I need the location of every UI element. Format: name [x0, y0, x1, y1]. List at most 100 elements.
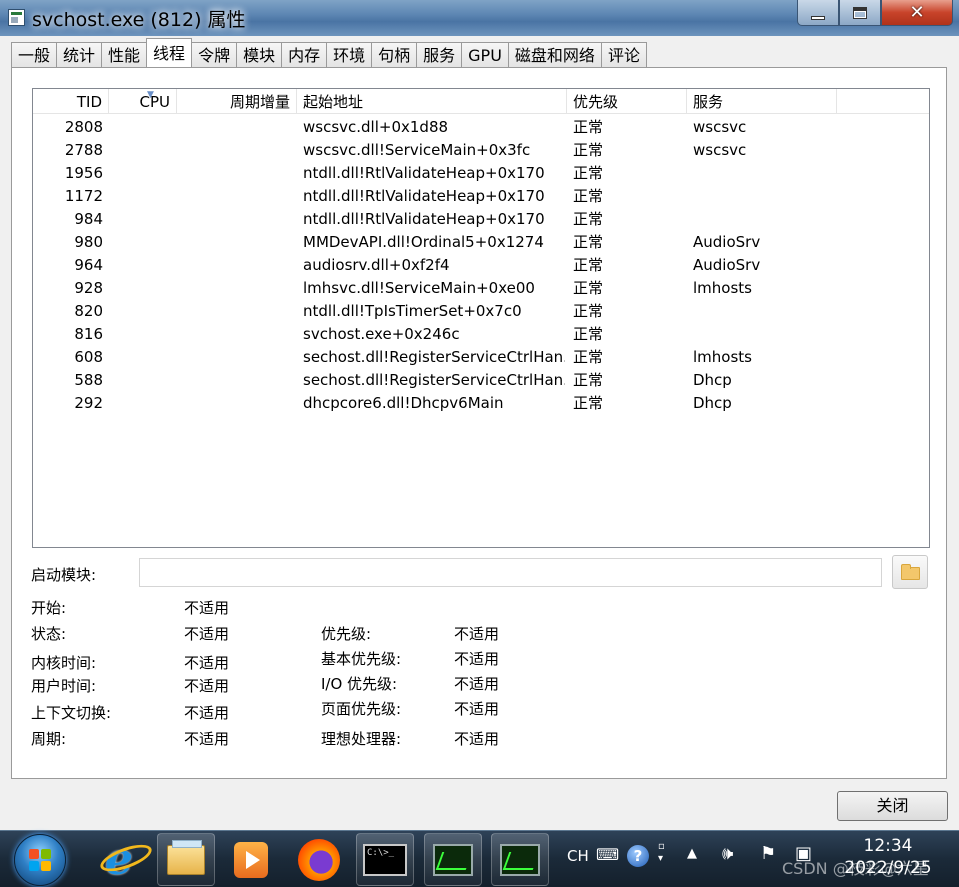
tab-general[interactable]: 一般 — [11, 42, 57, 68]
detail-value-ideal-processor: 不适用 — [454, 728, 499, 749]
cell-start-address: MMDevAPI.dll!Ordinal5+0x1274 — [303, 231, 565, 254]
media-player-icon[interactable] — [222, 833, 280, 886]
cell-tid: 820 — [33, 300, 103, 323]
internet-explorer-icon[interactable]: e — [90, 833, 148, 886]
table-row[interactable]: 588sechost.dll!RegisterServiceCtrlHan...… — [33, 369, 929, 392]
table-row[interactable]: 964audiosrv.dll+0xf2f4正常AudioSrv — [33, 254, 929, 277]
column-tid[interactable]: TID — [33, 89, 109, 114]
command-prompt-icon[interactable]: C:\>_ — [356, 833, 414, 886]
detail-value-kernel-time: 不适用 — [184, 652, 229, 673]
cell-priority: 正常 — [573, 208, 683, 231]
app-icon[interactable] — [8, 9, 25, 26]
list-body: 2808wscsvc.dll+0x1d88正常wscsvc2788wscsvc.… — [33, 116, 929, 415]
column-priority[interactable]: 优先级 — [567, 89, 687, 114]
cell-priority: 正常 — [573, 139, 683, 162]
title-bar[interactable]: svchost.exe (812) 属性 ✕ — [0, 0, 959, 36]
cell-cpu — [109, 300, 171, 323]
browse-button[interactable] — [892, 555, 928, 589]
cell-service: Dhcp — [693, 392, 833, 415]
table-row[interactable]: 2808wscsvc.dll+0x1d88正常wscsvc — [33, 116, 929, 139]
column-service[interactable]: 服务 — [687, 89, 837, 114]
cell-start-address: svchost.exe+0x246c — [303, 323, 565, 346]
cell-start-address: sechost.dll!RegisterServiceCtrlHan... — [303, 369, 565, 392]
cell-tid: 816 — [33, 323, 103, 346]
process-monitor-icon[interactable] — [424, 833, 482, 886]
table-row[interactable]: 1172ntdll.dll!RtlValidateHeap+0x170正常 — [33, 185, 929, 208]
cell-tid: 292 — [33, 392, 103, 415]
cell-cycles-delta — [177, 369, 291, 392]
table-row[interactable]: 816svchost.exe+0x246c正常 — [33, 323, 929, 346]
cell-service: wscsvc — [693, 139, 833, 162]
keyboard-icon[interactable]: ⌨ — [596, 845, 619, 864]
cell-tid: 928 — [33, 277, 103, 300]
cell-tid: 984 — [33, 208, 103, 231]
cell-service — [693, 208, 833, 231]
table-row[interactable]: 984ntdll.dll!RtlValidateHeap+0x170正常 — [33, 208, 929, 231]
maximize-button[interactable] — [839, 0, 881, 26]
cell-service — [693, 162, 833, 185]
cell-cycles-delta — [177, 300, 291, 323]
tab-token[interactable]: 令牌 — [191, 42, 237, 68]
table-row[interactable]: 820ntdll.dll!TpIsTimerSet+0x7c0正常 — [33, 300, 929, 323]
tab-comment[interactable]: 评论 — [601, 42, 647, 68]
cell-tid: 1956 — [33, 162, 103, 185]
start-module-field[interactable] — [139, 558, 882, 587]
table-row[interactable]: 980MMDevAPI.dll!Ordinal5+0x1274正常AudioSr… — [33, 231, 929, 254]
column-cycles-delta[interactable]: 周期增量 — [177, 89, 297, 114]
cell-priority: 正常 — [573, 300, 683, 323]
column-start-address[interactable]: 起始地址 — [297, 89, 567, 114]
show-hidden-icons-icon[interactable]: ▲ — [687, 846, 697, 861]
detail-value-priority: 不适用 — [454, 623, 499, 644]
table-row[interactable]: 928lmhsvc.dll!ServiceMain+0xe00正常lmhosts — [33, 277, 929, 300]
help-icon[interactable]: ? — [627, 845, 649, 867]
cell-start-address: audiosrv.dll+0xf2f4 — [303, 254, 565, 277]
tab-memory[interactable]: 内存 — [281, 42, 327, 68]
cell-cpu — [109, 139, 171, 162]
detail-label-base-priority: 基本优先级: — [321, 648, 401, 669]
cell-start-address: dhcpcore6.dll!Dhcpv6Main — [303, 392, 565, 415]
tab-services[interactable]: 服务 — [416, 42, 462, 68]
close-window-button[interactable]: ✕ — [881, 0, 953, 26]
cell-priority: 正常 — [573, 277, 683, 300]
tab-gpu[interactable]: GPU — [461, 42, 509, 68]
detail-value-cycles: 不适用 — [184, 728, 229, 749]
windows-explorer-icon[interactable] — [157, 833, 215, 886]
table-row[interactable]: 608sechost.dll!RegisterServiceCtrlHan...… — [33, 346, 929, 369]
cell-tid: 1172 — [33, 185, 103, 208]
windows-start-icon[interactable] — [14, 834, 66, 886]
firefox-icon[interactable] — [290, 833, 348, 886]
minimize-button[interactable] — [797, 0, 839, 26]
tab-statistics[interactable]: 统计 — [56, 42, 102, 68]
detail-label-priority: 优先级: — [321, 623, 371, 644]
threads-list[interactable]: TID ▼ CPU 周期增量 起始地址 优先级 服务 2808wscsvc.dl… — [32, 88, 930, 548]
tab-performance[interactable]: 性能 — [101, 42, 147, 68]
cell-service — [693, 300, 833, 323]
close-button[interactable]: 关闭 — [837, 791, 948, 821]
cell-priority: 正常 — [573, 116, 683, 139]
cell-cpu — [109, 162, 171, 185]
folder-icon — [167, 845, 205, 875]
process-monitor-icon-2[interactable] — [491, 833, 549, 886]
tab-handles[interactable]: 句柄 — [371, 42, 417, 68]
minimize-icon — [811, 16, 825, 20]
language-indicator[interactable]: CH — [567, 847, 589, 865]
volume-icon[interactable]: 🕪 — [722, 843, 733, 864]
tab-modules[interactable]: 模块 — [236, 42, 282, 68]
table-row[interactable]: 2788wscsvc.dll!ServiceMain+0x3fc正常wscsvc — [33, 139, 929, 162]
cell-cycles-delta — [177, 208, 291, 231]
tab-strip: 一般 统计 性能 线程 令牌 模块 内存 环境 句柄 服务 GPU 磁盘和网络 … — [11, 42, 646, 68]
ime-options-icon[interactable]: ▫▾ — [658, 841, 665, 865]
cell-start-address: lmhsvc.dll!ServiceMain+0xe00 — [303, 277, 565, 300]
table-row[interactable]: 292dhcpcore6.dll!Dhcpv6Main正常Dhcp — [33, 392, 929, 415]
tab-disk-network[interactable]: 磁盘和网络 — [508, 42, 602, 68]
action-center-flag-icon[interactable]: ⚑ — [760, 843, 776, 864]
cell-cycles-delta — [177, 277, 291, 300]
watermark: CSDN @枝彩@六星 — [782, 855, 929, 879]
tab-environment[interactable]: 环境 — [326, 42, 372, 68]
detail-value-base-priority: 不适用 — [454, 648, 499, 669]
detail-value-state: 不适用 — [184, 623, 229, 644]
column-cpu[interactable]: ▼ CPU — [109, 89, 177, 114]
tab-threads[interactable]: 线程 — [146, 38, 192, 67]
table-row[interactable]: 1956ntdll.dll!RtlValidateHeap+0x170正常 — [33, 162, 929, 185]
cell-tid: 2808 — [33, 116, 103, 139]
